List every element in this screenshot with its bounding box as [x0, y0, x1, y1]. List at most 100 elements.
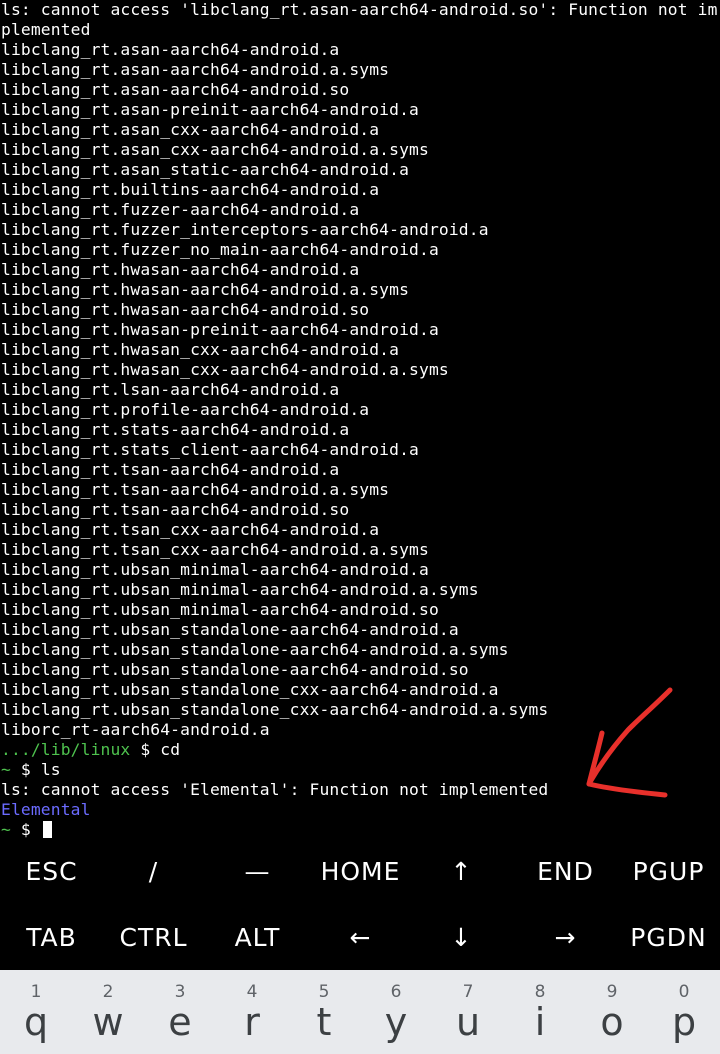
output-line: libclang_rt.ubsan_standalone-aarch64-and…: [1, 620, 459, 639]
extra-key-row2-0[interactable]: TAB: [0, 904, 103, 970]
directory-entry: Elemental: [1, 800, 91, 819]
extra-key-row1-0[interactable]: ESC: [0, 838, 103, 904]
output-line: libclang_rt.fuzzer_interceptors-aarch64-…: [1, 220, 489, 239]
output-line: libclang_rt.stats_client-aarch64-android…: [1, 440, 419, 459]
output-line: libclang_rt.asan_cxx-aarch64-android.a: [1, 120, 380, 139]
keyboard-key-number: 2: [102, 982, 114, 1002]
output-line: libclang_rt.tsan-aarch64-android.a.syms: [1, 480, 390, 499]
output-line: libclang_rt.lsan-aarch64-android.a: [1, 380, 340, 399]
prompt-line-active[interactable]: ~ $: [0, 820, 720, 840]
output-line: libclang_rt.asan_cxx-aarch64-android.a.s…: [1, 140, 429, 159]
output-line: libclang_rt.hwasan-aarch64-android.so: [1, 300, 370, 319]
keyboard-key-number: 3: [174, 982, 186, 1002]
output-line: libclang_rt.ubsan_standalone-aarch64-and…: [1, 640, 509, 659]
keyboard-key-number: 6: [390, 982, 402, 1002]
command-text: ls: [40, 760, 61, 779]
prompt-symbol: $: [130, 740, 161, 759]
prompt-line-ls: ~ $ ls: [0, 760, 720, 780]
keyboard-key-number: 1: [30, 982, 42, 1002]
output-line: libclang_rt.ubsan_standalone_cxx-aarch64…: [1, 700, 549, 719]
prompt-symbol: $: [10, 820, 41, 839]
keyboard-key-letter: t: [316, 1000, 332, 1044]
keyboard-key-letter: r: [244, 1000, 260, 1044]
extra-key-row1-3[interactable]: HOME: [309, 838, 412, 904]
output-line: libclang_rt.ubsan_minimal-aarch64-androi…: [1, 580, 479, 599]
prompt-symbol: $: [10, 760, 41, 779]
output-line: libclang_rt.ubsan_minimal-aarch64-androi…: [1, 560, 429, 579]
output-line: ls: cannot access 'libclang_rt.asan-aarc…: [1, 0, 718, 19]
extra-key-row1-6[interactable]: PGUP: [617, 838, 720, 904]
keyboard-key-y[interactable]: 6y: [360, 970, 432, 1054]
extra-key-row2-3[interactable]: ←: [309, 904, 412, 970]
extra-key-row2-1[interactable]: CTRL: [102, 904, 205, 970]
extra-key-row1-5[interactable]: END: [514, 838, 617, 904]
output-line: libclang_rt.stats-aarch64-android.a: [1, 420, 350, 439]
output-line: libclang_rt.ubsan_minimal-aarch64-androi…: [1, 600, 439, 619]
keyboard-key-number: 5: [318, 982, 330, 1002]
keyboard-key-number: 4: [246, 982, 258, 1002]
output-line: libclang_rt.hwasan-aarch64-android.a: [1, 260, 360, 279]
output-line: libclang_rt.fuzzer_no_main-aarch64-andro…: [1, 240, 439, 259]
extra-key-row2-5[interactable]: →: [514, 904, 617, 970]
keyboard-key-e[interactable]: 3e: [144, 970, 216, 1054]
error-line: ls: cannot access 'Elemental': Function …: [1, 780, 549, 799]
keyboard-key-w[interactable]: 2w: [72, 970, 144, 1054]
output-line: libclang_rt.asan-preinit-aarch64-android…: [1, 100, 419, 119]
keyboard-key-number: 7: [462, 982, 474, 1002]
output-line: libclang_rt.tsan-aarch64-android.a: [1, 460, 340, 479]
keyboard-key-letter: w: [92, 1000, 124, 1044]
extra-key-row1-1[interactable]: /: [102, 838, 205, 904]
output-line: plemented: [1, 20, 91, 39]
prompt-line-cd: .../lib/linux $ cd: [0, 740, 720, 760]
prompt-path: ~: [1, 820, 11, 839]
output-line: libclang_rt.tsan_cxx-aarch64-android.a.s…: [1, 540, 429, 559]
keyboard-key-letter: i: [534, 1000, 546, 1044]
keyboard-key-letter: e: [168, 1000, 192, 1044]
output-line: libclang_rt.asan-aarch64-android.a: [1, 40, 340, 59]
extra-keys-bar: ESC / — HOME ↑ END PGUP TAB CTRL ALT ← ↓ → PGDN: [0, 838, 720, 970]
terminal-lines: ls: cannot access 'libclang_rt.asan-aarc…: [0, 0, 720, 740]
keyboard-key-letter: u: [455, 1000, 481, 1044]
output-line: libclang_rt.hwasan_cxx-aarch64-android.a…: [1, 360, 449, 379]
prompt-path: .../lib/linux: [1, 740, 131, 759]
output-line: libclang_rt.profile-aarch64-android.a: [1, 400, 370, 419]
output-line: libclang_rt.hwasan-preinit-aarch64-andro…: [1, 320, 439, 339]
output-line: libclang_rt.asan_static-aarch64-android.…: [1, 160, 410, 179]
keyboard-key-number: 8: [534, 982, 546, 1002]
keyboard-key-p[interactable]: 0p: [648, 970, 720, 1054]
output-line: libclang_rt.ubsan_standalone-aarch64-and…: [1, 660, 469, 679]
output-line: libclang_rt.asan-aarch64-android.a.syms: [1, 60, 390, 79]
text-cursor: [42, 821, 52, 838]
extra-key-row1-2[interactable]: —: [206, 838, 309, 904]
output-line: libclang_rt.builtins-aarch64-android.a: [1, 180, 380, 199]
output-line: libclang_rt.asan-aarch64-android.so: [1, 80, 350, 99]
extra-key-row1-4[interactable]: ↑: [410, 838, 513, 904]
keyboard-key-number: 0: [678, 982, 690, 1002]
soft-keyboard: 1q2w3e4r5t6y7u8i9o0p: [0, 970, 720, 1054]
keyboard-key-r[interactable]: 4r: [216, 970, 288, 1054]
keyboard-key-q[interactable]: 1q: [0, 970, 72, 1054]
keyboard-key-letter: o: [600, 1000, 624, 1044]
extra-keys-row-2: TAB CTRL ALT ← ↓ → PGDN: [0, 904, 720, 970]
keyboard-key-i[interactable]: 8i: [504, 970, 576, 1054]
keyboard-key-t[interactable]: 5t: [288, 970, 360, 1054]
keyboard-key-u[interactable]: 7u: [432, 970, 504, 1054]
output-line: libclang_rt.ubsan_standalone_cxx-aarch64…: [1, 680, 499, 699]
extra-key-row2-4[interactable]: ↓: [410, 904, 513, 970]
keyboard-key-letter: p: [671, 1000, 697, 1044]
output-line: libclang_rt.hwasan_cxx-aarch64-android.a: [1, 340, 400, 359]
output-line: libclang_rt.tsan-aarch64-android.so: [1, 500, 350, 519]
output-line: libclang_rt.fuzzer-aarch64-android.a: [1, 200, 360, 219]
output-line: libclang_rt.tsan_cxx-aarch64-android.a: [1, 520, 380, 539]
command-text: cd: [160, 740, 181, 759]
keyboard-key-letter: q: [23, 1000, 49, 1044]
keyboard-key-letter: y: [384, 1000, 408, 1044]
terminal-output[interactable]: ls: cannot access 'libclang_rt.asan-aarc…: [0, 0, 720, 840]
keyboard-key-number: 9: [606, 982, 618, 1002]
output-line: libclang_rt.hwasan-aarch64-android.a.sym…: [1, 280, 410, 299]
extra-key-row2-2[interactable]: ALT: [206, 904, 309, 970]
prompt-path: ~: [1, 760, 11, 779]
extra-keys-row-1: ESC / — HOME ↑ END PGUP: [0, 838, 720, 904]
keyboard-key-o[interactable]: 9o: [576, 970, 648, 1054]
extra-key-row2-6[interactable]: PGDN: [617, 904, 720, 970]
